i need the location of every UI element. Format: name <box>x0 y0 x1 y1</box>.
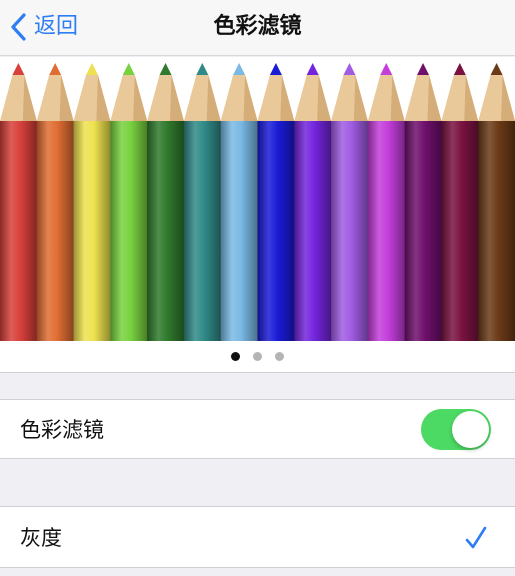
pencil <box>110 63 148 341</box>
pencil <box>367 63 406 341</box>
page-dot[interactable] <box>253 352 262 361</box>
color-pencils-preview[interactable] <box>0 57 515 341</box>
pencil <box>478 63 515 341</box>
pencil <box>257 63 295 341</box>
page-title: 色彩滤镜 <box>213 14 302 39</box>
pencil <box>36 63 75 341</box>
color-filter-row: 色彩滤镜 <box>0 399 515 459</box>
pencil <box>294 63 332 341</box>
pencil <box>147 63 185 341</box>
switch-knob <box>452 411 489 448</box>
page-dot[interactable] <box>231 352 240 361</box>
color-filter-label: 色彩滤镜 <box>20 418 104 442</box>
navigation-bar: 返回 色彩滤镜 <box>0 0 515 56</box>
grayscale-option-label: 灰度 <box>20 526 62 550</box>
pencil <box>0 63 38 341</box>
pencil <box>73 63 111 341</box>
pencil <box>331 63 369 341</box>
page-control[interactable] <box>0 341 515 373</box>
grayscale-option-row[interactable]: 灰度 <box>0 506 515 568</box>
pencil <box>220 63 258 341</box>
pencil <box>441 63 479 341</box>
page-dot[interactable] <box>275 352 284 361</box>
pencil <box>404 63 442 341</box>
pencil <box>183 63 222 341</box>
checkmark-icon <box>465 526 487 549</box>
color-filter-switch[interactable] <box>421 409 491 450</box>
color-pencils-image <box>0 63 515 341</box>
